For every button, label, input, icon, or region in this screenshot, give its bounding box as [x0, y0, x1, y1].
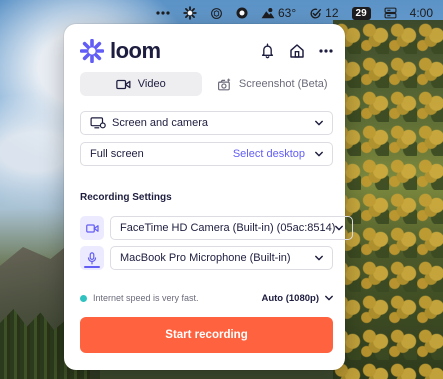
record-status-icon[interactable] [236, 7, 248, 19]
panel-header: loom [80, 36, 333, 66]
tab-video[interactable]: Video [80, 72, 202, 96]
menu-bar: 63° 12 29 4:00 [0, 0, 443, 26]
microphone-select[interactable]: MacBook Pro Microphone (Built-in) [110, 246, 333, 270]
mic-level-indicator [84, 266, 100, 268]
camera-icon [85, 223, 99, 233]
status-dot [80, 294, 87, 302]
capture-mode-select[interactable]: Screen and camera [80, 111, 333, 135]
start-recording-button[interactable]: Start recording [80, 317, 333, 353]
wallpaper-trees-right [333, 20, 443, 379]
internet-speed-text: Internet speed is very fast. [93, 293, 199, 303]
capture-mode-value: Screen and camera [112, 117, 208, 129]
more-options-icon[interactable] [319, 49, 333, 53]
tab-screenshot[interactable]: Screenshot (Beta) [212, 72, 334, 96]
microphone-row: MacBook Pro Microphone (Built-in) [80, 246, 333, 270]
screen-camera-icon [90, 117, 106, 129]
storage-drive-icon[interactable] [384, 7, 397, 19]
tasks-widget[interactable]: 12 [309, 6, 339, 20]
loom-logo: loom [80, 38, 161, 64]
recording-settings-title: Recording Settings [80, 192, 172, 203]
select-desktop-link[interactable]: Select desktop [233, 148, 305, 160]
weather-widget[interactable]: 63° [261, 6, 296, 20]
bell-icon[interactable] [260, 43, 275, 59]
microphone-icon [87, 251, 97, 264]
capture-mode-label: Screen and camera [90, 117, 315, 129]
camera-row: FaceTime HD Camera (Built-in) (05ac:8514… [80, 216, 354, 240]
loom-asterisk-logo-icon [80, 39, 104, 63]
video-camera-icon [116, 79, 131, 89]
tab-video-label: Video [137, 78, 166, 90]
openai-app-icon[interactable] [210, 7, 223, 20]
more-menu-extras-icon[interactable] [156, 11, 170, 15]
header-actions [260, 43, 333, 59]
tab-screenshot-label: Screenshot (Beta) [238, 78, 328, 90]
loom-menubar-icon[interactable] [183, 6, 197, 20]
screenshot-camera-icon [217, 78, 231, 90]
camera-value: FaceTime HD Camera (Built-in) (05ac:8514… [120, 222, 336, 234]
camera-select[interactable]: FaceTime HD Camera (Built-in) (05ac:8514… [110, 216, 354, 240]
tasks-count: 12 [325, 6, 339, 20]
weather-mountain-sun-icon [261, 8, 275, 19]
capture-tabs: Video Screenshot (Beta) [80, 72, 333, 96]
weather-temp: 63° [278, 6, 297, 20]
screen-option-value: Full screen [90, 148, 144, 160]
connection-status: Internet speed is very fast. Auto (1080p… [80, 290, 333, 306]
brand-name: loom [110, 38, 161, 63]
chevron-down-icon [315, 120, 323, 126]
quality-select[interactable]: Auto (1080p) [261, 293, 333, 304]
menubar-clock[interactable]: 4:00 [410, 6, 433, 20]
calendar-day-badge: 29 [351, 6, 371, 20]
chevron-down-icon [335, 225, 344, 231]
home-icon[interactable] [289, 43, 305, 59]
screen-option-select[interactable]: Full screen Select desktop [80, 142, 333, 166]
check-circle-icon [310, 8, 322, 18]
chevron-down-icon [315, 151, 323, 157]
chevron-down-icon [315, 255, 323, 261]
calendar-widget[interactable]: 29 [351, 6, 371, 20]
quality-value: Auto (1080p) [261, 292, 319, 304]
microphone-toggle[interactable] [80, 246, 104, 270]
microphone-value: MacBook Pro Microphone (Built-in) [120, 252, 291, 264]
camera-toggle[interactable] [80, 216, 104, 240]
chevron-down-icon [325, 295, 333, 301]
loom-recorder-panel: loom Video Screenshot (Beta) Screen and … [64, 24, 354, 370]
